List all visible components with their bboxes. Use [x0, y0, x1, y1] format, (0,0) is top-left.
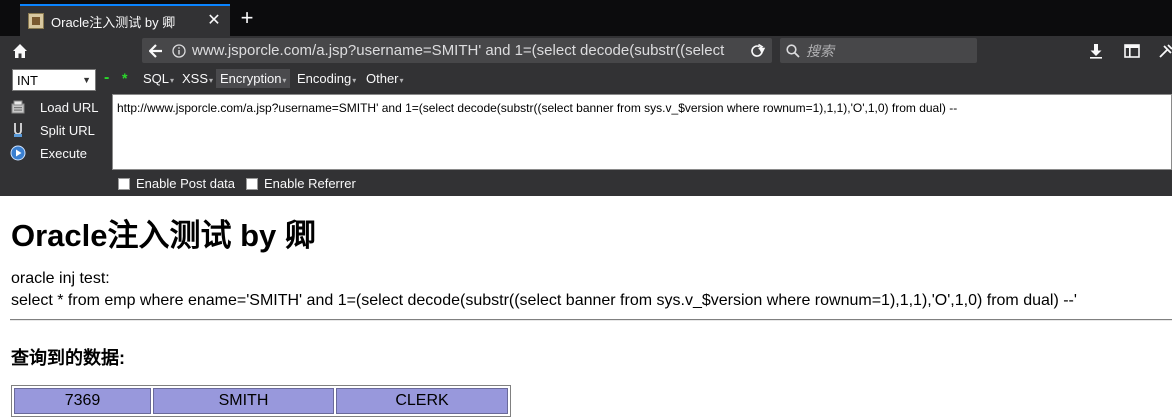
enable-referrer-checkbox[interactable]: Enable Referrer	[246, 176, 356, 191]
caret-icon: ▾	[352, 76, 357, 85]
menu-label: XSS	[182, 71, 209, 86]
table-row: 7369 SMITH CLERK	[14, 388, 508, 414]
caret-icon: ▾	[170, 76, 175, 85]
tab-strip: Oracle注入测试 by 卿 ✕ +	[0, 0, 1172, 36]
post-data-checkbox-box[interactable]	[118, 177, 130, 190]
hackbar-panel: Load URL Split URL Execute http://www.js…	[0, 94, 1172, 196]
caret-icon: ▾	[282, 76, 287, 85]
menu-sql[interactable]: SQL▾	[143, 71, 174, 86]
execute-icon	[10, 145, 26, 161]
results-table: 7369 SMITH CLERK	[11, 385, 511, 417]
divider	[10, 319, 1172, 321]
decrease-button[interactable]: -	[104, 69, 109, 87]
extension-tools-icon[interactable]	[1158, 43, 1172, 59]
search-icon	[786, 43, 800, 58]
intro-text: oracle inj test:	[11, 270, 110, 287]
post-data-label: Enable Post data	[136, 176, 236, 191]
page-favicon-icon	[28, 13, 44, 29]
search-bar[interactable]: 搜索	[780, 38, 977, 63]
table-cell-ename: SMITH	[153, 388, 334, 414]
url-text[interactable]: www.jsporcle.com/a.jsp?username=SMITH' a…	[188, 42, 752, 59]
navigation-bar: www.jsporcle.com/a.jsp?username=SMITH' a…	[0, 36, 1172, 66]
sql-query-text: select * from emp where ename='SMITH' an…	[11, 292, 1077, 309]
caret-icon: ▾	[399, 76, 404, 85]
menu-label: Other	[366, 71, 399, 86]
type-select-value: INT	[17, 72, 38, 88]
menu-label: Encoding	[297, 71, 352, 86]
download-icon[interactable]	[1088, 43, 1104, 59]
menu-other[interactable]: Other▾	[366, 71, 404, 86]
menu-xss[interactable]: XSS▾	[182, 71, 213, 86]
star-button[interactable]: *	[122, 70, 127, 86]
split-url-label: Split URL	[40, 122, 95, 138]
menu-encoding[interactable]: Encoding▾	[297, 71, 356, 86]
table-cell-job: CLERK	[336, 388, 508, 414]
active-tab[interactable]: Oracle注入测试 by 卿 ✕	[20, 4, 230, 36]
back-button[interactable]	[142, 38, 170, 63]
url-textarea[interactable]: http://www.jsporcle.com/a.jsp?username=S…	[112, 94, 1172, 170]
site-info-icon[interactable]	[170, 42, 188, 60]
reload-icon[interactable]	[746, 40, 768, 62]
load-url-label: Load URL	[40, 99, 99, 115]
home-icon[interactable]	[12, 43, 28, 59]
execute-label: Execute	[40, 145, 87, 161]
close-tab-icon[interactable]: ✕	[206, 13, 222, 29]
menu-label: SQL	[143, 71, 170, 86]
execute-button[interactable]: Execute	[10, 145, 87, 161]
referrer-checkbox-box[interactable]	[246, 177, 258, 190]
new-tab-button[interactable]: +	[236, 7, 258, 29]
sidebar-icon[interactable]	[1124, 43, 1140, 59]
split-url-button[interactable]: Split URL	[10, 122, 95, 138]
menu-label: Encryption	[220, 71, 282, 86]
enable-post-data-checkbox[interactable]: Enable Post data	[118, 176, 235, 191]
results-heading: 查询到的数据:	[11, 348, 125, 368]
table-cell-empno: 7369	[14, 388, 151, 414]
chevron-down-icon: ▼	[82, 75, 91, 85]
type-select[interactable]: INT ▼	[12, 69, 96, 91]
load-url-button[interactable]: Load URL	[10, 99, 99, 115]
search-input[interactable]: 搜索	[806, 41, 834, 61]
referrer-label: Enable Referrer	[264, 176, 356, 191]
address-bar[interactable]: www.jsporcle.com/a.jsp?username=SMITH' a…	[142, 38, 772, 63]
caret-icon: ▾	[209, 76, 214, 85]
tab-title: Oracle注入测试 by 卿	[51, 14, 176, 30]
menu-encryption[interactable]: Encryption▾	[216, 69, 291, 88]
hackbar-toolbar: INT ▼ - * SQL▾ XSS▾ Encryption▾ Encoding…	[0, 66, 1172, 94]
back-arrow-icon	[149, 43, 162, 58]
page-content: Oracle注入测试 by 卿 oracle inj test: select …	[0, 196, 1172, 417]
load-url-icon	[11, 100, 25, 114]
page-title: Oracle注入测试 by 卿	[11, 218, 316, 253]
split-url-icon	[14, 123, 22, 137]
